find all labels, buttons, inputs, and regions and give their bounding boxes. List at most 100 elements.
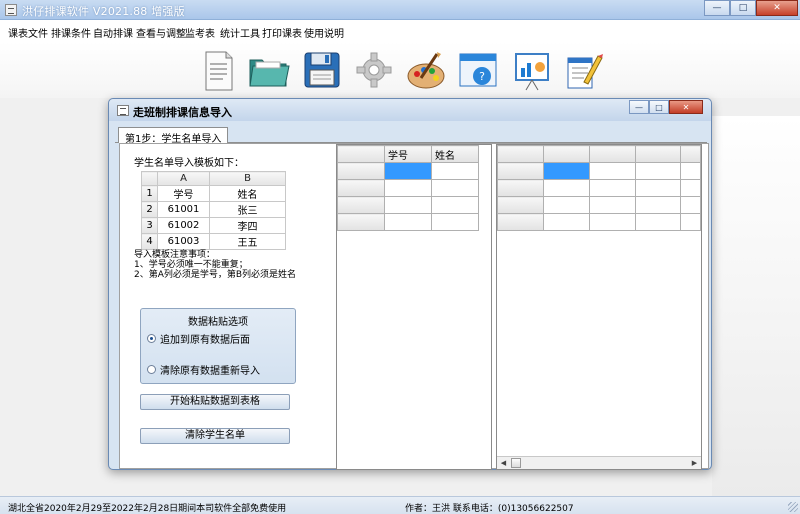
app-icon[interactable] [5,4,17,16]
resize-grip-icon[interactable] [788,502,798,512]
paste-options-group: 数据粘贴选项 追加到原有数据后面 清除原有数据重新导入 [140,308,296,384]
dialog-maximize-button[interactable]: □ [649,100,669,114]
grid-cell[interactable] [431,179,479,197]
row-number: 4 [141,233,158,250]
grid-cell[interactable] [384,179,432,197]
grid-row-header[interactable] [497,179,544,197]
template-sample-table: A B 1 学号 姓名 2 61001 张三 3 61002 李四 4 6100… [141,171,286,250]
grid-cell[interactable] [680,179,701,197]
menu-help[interactable]: 使用说明 [304,25,344,40]
chart-board-icon[interactable] [510,48,554,94]
help-window-icon[interactable]: ? [456,48,500,94]
grid-cell[interactable] [634,213,682,231]
grid-column-header[interactable] [680,145,701,163]
import-dialog: 走班制排课信息导入 — □ ✕ 第1步：学生名单导入 学生名单导入模板如下： A… [108,98,712,470]
grid-cell[interactable] [680,196,701,214]
note-line: 2、第A列必须是学号，第B列必须是姓名 [134,270,297,280]
dialog-minimize-button[interactable]: — [629,100,649,114]
grid-cell[interactable] [680,213,701,231]
radio-replace-label: 清除原有数据重新导入 [160,366,260,377]
dialog-icon [117,105,129,116]
menu-file[interactable]: 课表文件 [8,25,48,40]
grid-cell-selected[interactable] [384,162,432,180]
gear-icon[interactable] [352,48,396,94]
radio-append[interactable]: 追加到原有数据后面 [147,331,250,346]
column-header-b: B [209,171,286,186]
clear-students-button[interactable]: 清除学生名单 [140,428,290,444]
document-icon[interactable] [196,48,240,94]
grid-cell[interactable] [588,162,636,180]
notepad-pencil-icon[interactable] [560,48,604,94]
grid-cell[interactable] [542,213,590,231]
grid-cell[interactable] [588,213,636,231]
close-button[interactable]: ✕ [756,0,798,16]
grid-cell[interactable] [588,196,636,214]
student-grid[interactable]: 学号 姓名 [336,144,492,470]
menu-print[interactable]: 打印课表 [262,25,302,40]
horizontal-scrollbar[interactable]: ◀ ▶ [497,456,701,469]
grid-cell-selected[interactable] [542,162,590,180]
grid-row-header[interactable] [337,162,385,180]
svg-text:?: ? [479,70,485,83]
grid-cell[interactable] [384,213,432,231]
menu-exam[interactable]: 监考表 [185,25,215,40]
grid-row-header[interactable] [497,213,544,231]
sample-cell-b: 李四 [209,217,286,234]
tab-student-import[interactable]: 第1步：学生名单导入 [118,127,229,145]
floppy-disk-icon[interactable] [300,48,344,94]
radio-replace-indicator[interactable] [147,365,156,374]
grid-column-header[interactable] [634,145,682,163]
tab-strip: 第1步：学生名单导入 [115,125,707,145]
grid-cell[interactable] [634,179,682,197]
palette-icon[interactable] [403,48,447,94]
grid-row-header[interactable] [337,213,385,231]
grid-column-header[interactable] [588,145,636,163]
menu-auto-schedule[interactable]: 自动排课 [93,25,133,40]
grid-cell[interactable] [384,196,432,214]
corner-cell [141,171,158,186]
paste-data-button[interactable]: 开始粘贴数据到表格 [140,394,290,410]
radio-append-indicator[interactable] [147,334,156,343]
grid-row-header[interactable] [337,196,385,214]
grid-column-header[interactable] [542,145,590,163]
workspace-gradient [712,116,800,496]
scroll-left-icon[interactable]: ◀ [497,457,510,469]
grid-cell[interactable] [634,196,682,214]
grid-row-header[interactable] [497,162,544,180]
grid-cell[interactable] [542,196,590,214]
sample-cell-b: 姓名 [209,185,286,202]
minimize-button[interactable]: — [704,0,730,16]
radio-replace[interactable]: 清除原有数据重新导入 [147,362,260,377]
status-license-text: 湖北全省2020年2月29至2022年2月28日期间本司软件全部免费使用 [8,504,287,514]
maximize-button[interactable]: □ [730,0,756,16]
grid-cell[interactable] [634,162,682,180]
class-grid[interactable]: ◀ ▶ [496,144,702,470]
grid-cell[interactable] [431,213,479,231]
sample-cell-a: 61002 [157,217,210,234]
grid-cell[interactable] [680,162,701,180]
grid-cell[interactable] [588,179,636,197]
dialog-title: 走班制排课信息导入 [133,106,232,119]
status-author-text: 作者：王洪 联系电话：(0)13056622507 [405,504,574,514]
grid-header-name[interactable]: 姓名 [431,145,479,163]
row-number: 3 [141,217,158,234]
scroll-right-icon[interactable]: ▶ [688,457,701,469]
scroll-thumb[interactable] [511,458,521,468]
grid-corner [337,145,385,163]
menu-statistics[interactable]: 统计工具 [220,25,260,40]
grid-row-header[interactable] [337,179,385,197]
row-number: 1 [141,185,158,202]
grid-cell[interactable] [431,162,479,180]
status-bar: 湖北全省2020年2月29至2022年2月28日期间本司软件全部免费使用 作者：… [0,496,800,514]
menu-bar: 课表文件 排课条件 自动排课 查看与调整 监考表 统计工具 打印课表 使用说明 [0,20,800,42]
menu-view-adjust[interactable]: 查看与调整 [136,25,186,40]
grid-row-header[interactable] [497,196,544,214]
grid-header-id[interactable]: 学号 [384,145,432,163]
dialog-close-button[interactable]: ✕ [669,100,703,114]
note-line: 1、学号必须唯一不能重复； [134,260,248,270]
app-title: 洪仔排课软件 V2021.88 增强版 [22,5,185,18]
menu-conditions[interactable]: 排课条件 [51,25,91,40]
folder-icon[interactable] [246,48,290,94]
grid-cell[interactable] [431,196,479,214]
grid-cell[interactable] [542,179,590,197]
